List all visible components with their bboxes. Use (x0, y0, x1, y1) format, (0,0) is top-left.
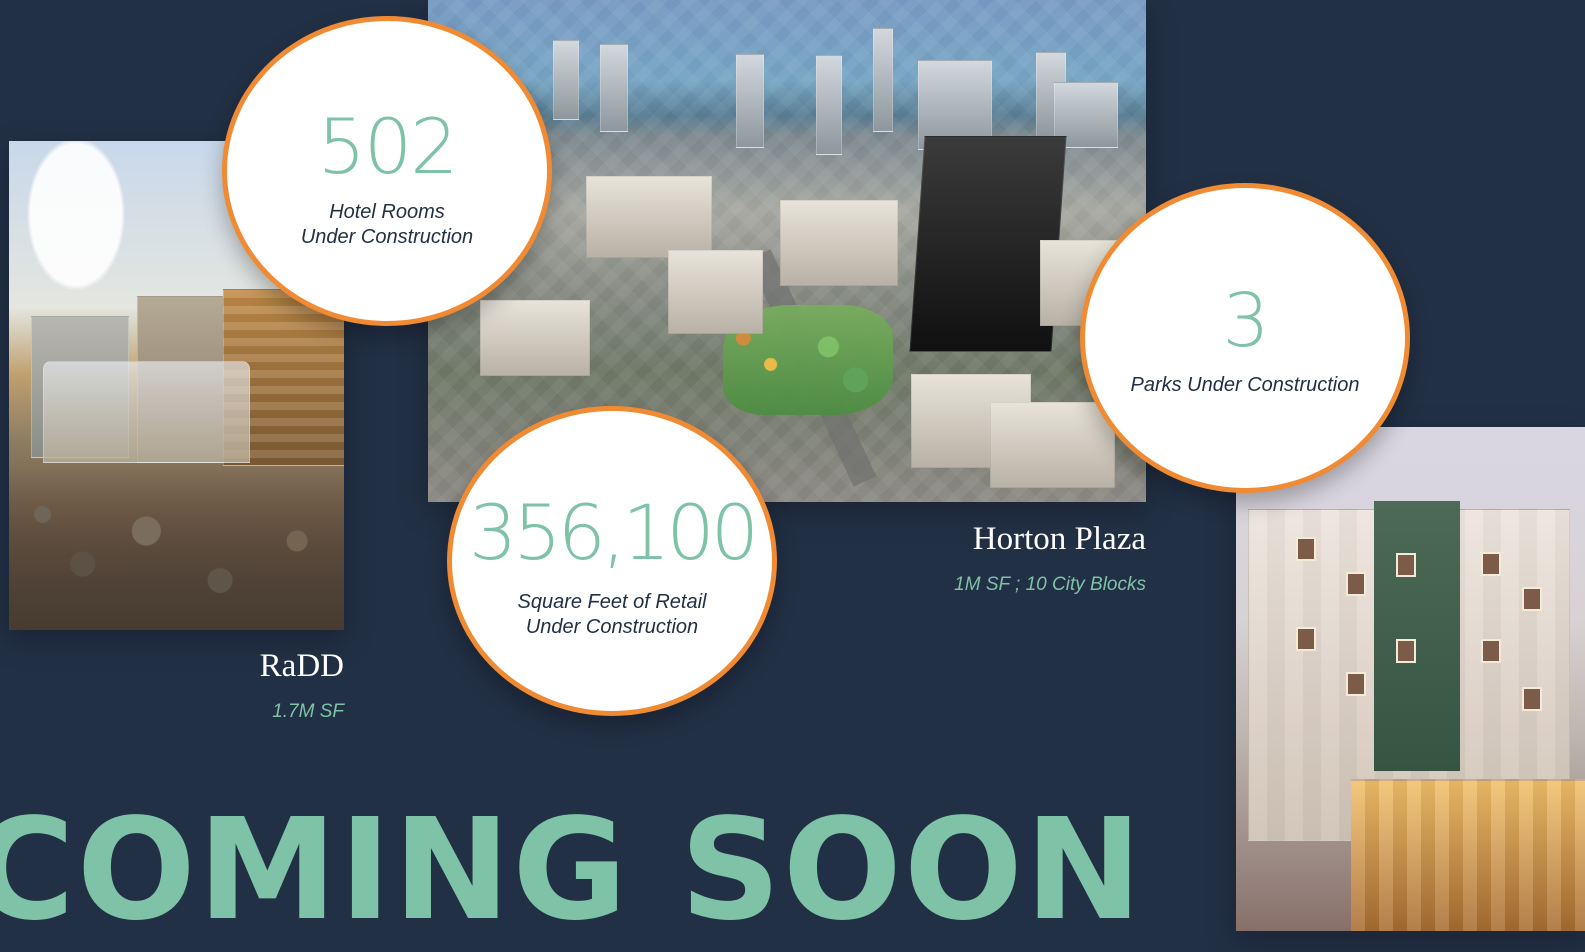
stat-label: Parks Under Construction (1085, 373, 1405, 398)
green-facade (1374, 501, 1460, 771)
stat-circle-hotel-rooms: 502 Hotel Rooms Under Construction (222, 16, 552, 326)
stat-label-line: Square Feet of Retail (517, 591, 707, 613)
stat-label-line: Hotel Rooms (329, 201, 445, 223)
project-title: RaDD (259, 648, 344, 684)
headline: COMING SOON (0, 789, 1145, 952)
stat-label: Square Feet of Retail Under Construction (452, 590, 772, 640)
residential-building-image (1236, 427, 1585, 931)
storefront (1351, 779, 1585, 931)
downtown-tower (736, 54, 764, 148)
project-subtitle: 1M SF ; 10 City Blocks (954, 574, 1146, 595)
horton-plaza-caption: Horton Plaza 1M SF ; 10 City Blocks (915, 523, 1146, 596)
stat-circle-parks: 3 Parks Under Construction (1080, 183, 1410, 493)
downtown-tower (816, 55, 842, 155)
project-subtitle: 1.7M SF (272, 701, 344, 722)
window (1296, 537, 1316, 561)
window (1396, 553, 1416, 577)
stat-label-line: Under Construction (300, 226, 474, 248)
stat-number: 356,100 (468, 488, 759, 577)
city-block (780, 200, 898, 286)
radd-atrium (43, 361, 250, 463)
downtown-tower (553, 40, 579, 120)
window (1522, 587, 1542, 611)
window (1396, 639, 1416, 663)
stat-label-line: Under Construction (525, 616, 699, 638)
window (1522, 687, 1542, 711)
window (1346, 572, 1366, 596)
window (1481, 552, 1501, 576)
downtown-tower (873, 28, 893, 132)
city-block (586, 176, 712, 258)
city-block (990, 402, 1115, 488)
project-title: Horton Plaza (972, 521, 1146, 557)
radd-caption: RaDD 1.7M SF (200, 650, 344, 723)
window (1296, 627, 1316, 651)
stat-label-line: Parks Under Construction (1130, 374, 1360, 396)
stat-number: 3 (1222, 278, 1269, 364)
window (1481, 639, 1501, 663)
window (1346, 672, 1366, 696)
downtown-tower (600, 44, 628, 132)
stat-circle-retail: 356,100 Square Feet of Retail Under Cons… (447, 406, 777, 716)
city-block (480, 300, 590, 376)
city-block (668, 250, 763, 334)
stat-label: Hotel Rooms Under Construction (227, 200, 547, 250)
stat-number: 502 (317, 102, 458, 191)
